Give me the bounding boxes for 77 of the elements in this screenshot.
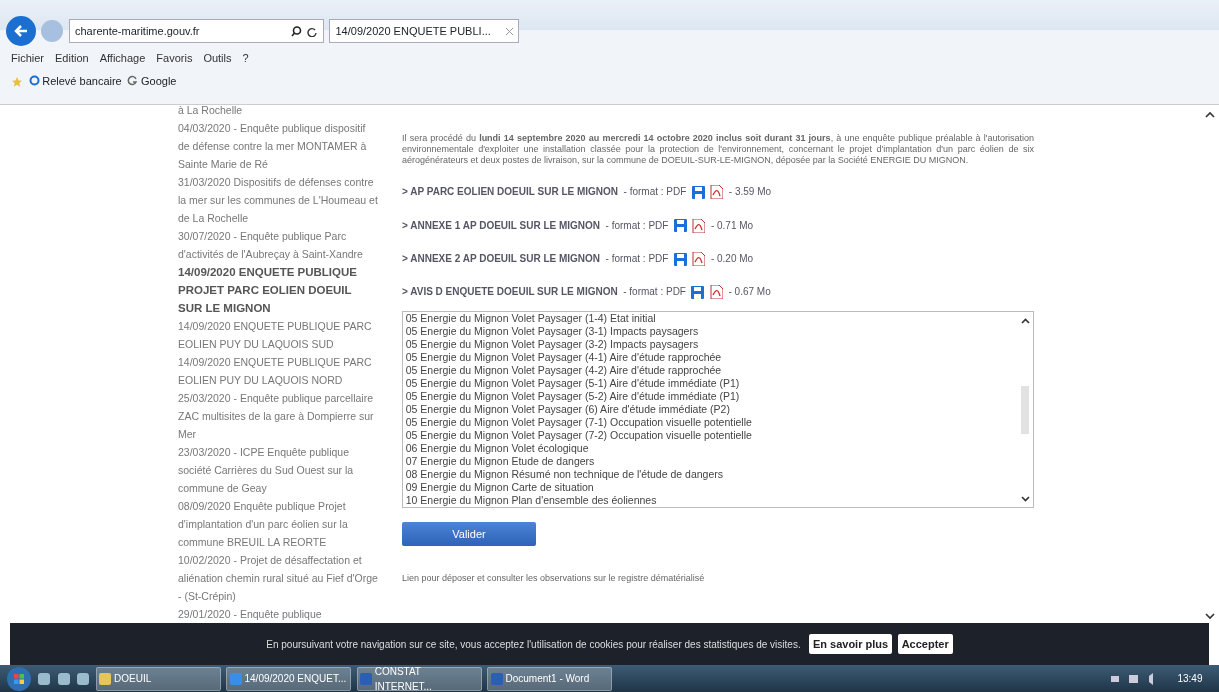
scroll-up-icon[interactable]: [1020, 317, 1030, 324]
list-option[interactable]: 08 Energie du Mignon Résumé non technique de l'étude de dangers: [405, 468, 1015, 482]
address-text: charente-maritime.gouv.fr: [75, 23, 201, 39]
intro-paragraph: Il sera procédé du lundi 14 septembre 2020 au mercredi 14 octobre 2020 inclus soit durant 31 jours, à une enquête publique préalable à l'autorisation environnementale d'exploiter une installation classée pour la protection de l'environnement, concernant le projet d'implantation d'un parc éolien de six aérogénérateurs et deux postes de livraison, sur la commune de DOEUIL-SUR-LE-MIGNON, déposée par la Société ENERGIE DU MIGNON.: [402, 133, 1034, 166]
sidebar-link[interactable]: 30/07/2020 - Enquête publique Parc d'activités de l'Aubreçay à Saint-Xandre: [178, 227, 378, 263]
document-link[interactable]: > ANNEXE 2 AP DOEUIL SUR LE MIGNON: [402, 250, 601, 266]
menu-item[interactable]: ?: [242, 50, 249, 67]
menu-item[interactable]: Edition: [55, 50, 89, 67]
list-option[interactable]: 05 Energie du Mignon Volet Paysager (5-2) Aire d'étude immédiate (P1): [405, 390, 1015, 404]
sidebar-link[interactable]: 14/09/2020 ENQUETE PUBLIQUE PARC EOLIEN PUY DU LAQUOIS NORD: [178, 353, 378, 389]
document-format: - format : PDF: [605, 218, 669, 233]
sidebar-link[interactable]: 14/09/2020 ENQUETE PUBLIQUE PARC EOLIEN PUY DU LAQUOIS SUD: [178, 317, 378, 353]
sidebar-link[interactable]: 23/03/2020 - ICPE Enquête publique société Carrières du Sud Ouest sur la commune de Geay: [178, 443, 378, 497]
register-text: Lien pour déposer et consulter les observations sur le registre dématérialisé: [402, 572, 706, 586]
back-button[interactable]: [5, 16, 36, 46]
list-option[interactable]: 05 Energie du Mignon Volet Paysager (3-2) Impacts paysagers: [405, 338, 1015, 352]
sidebar-link[interactable]: 08/09/2020 Enquête publique Projet d'implantation d'un parc éolien sur la commune BREUIL LA REORTE: [178, 497, 378, 551]
scroll-down-icon[interactable]: [1205, 612, 1215, 620]
cookie-button[interactable]: Accepter: [897, 633, 953, 655]
favorite-link[interactable]: Relevé bancaire: [28, 72, 122, 89]
favorite-link[interactable]: Google: [127, 72, 177, 89]
browser-tab[interactable]: 14/09/2020 ENQUETE PUBLI...: [329, 19, 519, 43]
menu-item[interactable]: Fichier: [11, 50, 44, 67]
document-format: - format : PDF: [605, 251, 669, 266]
taskbar-button[interactable]: 14/09/2020 ENQUET...: [226, 666, 351, 691]
menu-item[interactable]: Outils: [203, 50, 232, 67]
back-arrow-icon: [12, 23, 29, 39]
browser-logo-icon: [28, 75, 40, 87]
sidebar-link[interactable]: 14/09/2020 ENQUETE PUBLIQUE PROJET PARC EOLIEN DOEUIL SUR LE MIGNON: [178, 263, 378, 317]
pdf-file-icon[interactable]: [710, 184, 724, 200]
list-option[interactable]: 05 Energie du Mignon Volet Paysager (3-1) Impacts paysagers: [405, 325, 1015, 339]
pdf-file-icon[interactable]: [710, 284, 723, 300]
document-link[interactable]: > AVIS D ENQUETE DOEUIL SUR LE MIGNON: [402, 284, 618, 300]
document-size: - 0.67 Mo: [728, 285, 771, 300]
list-option[interactable]: 05 Energie du Mignon Volet Paysager (7-1) Occupation visuelle potentielle: [405, 416, 1015, 430]
scroll-down-icon[interactable]: [1020, 495, 1030, 502]
sidebar-link[interactable]: à La Rochelle: [178, 105, 378, 119]
sidebar-link[interactable]: 25/03/2020 - Enquête publique parcellaire ZAC multisites de la gare à Dompierre sur Mer: [178, 389, 378, 443]
sidebar-link[interactable]: 29/01/2020 - Enquête publique: [178, 605, 378, 623]
document-format: - format : PDF: [623, 285, 686, 300]
list-option[interactable]: 09 Energie du Mignon Carte de situation: [405, 481, 1015, 495]
taskbar-button[interactable]: DOEUIL: [95, 666, 221, 691]
list-option[interactable]: 05 Energie du Mignon Volet Paysager (1-4) Etat initial: [405, 312, 1015, 326]
list-option[interactable]: 06 Energie du Mignon Volet écologique: [405, 442, 1015, 456]
scroll-up-icon[interactable]: [1205, 110, 1215, 118]
sidebar-link[interactable]: 31/03/2020 Dispositifs de défenses contre la mer sur les communes de L'Houmeau et de La Rochelle: [178, 173, 378, 227]
list-option[interactable]: 05 Energie du Mignon Volet Paysager (7-2) Occupation visuelle potentielle: [405, 429, 1015, 443]
scroll-thumb[interactable]: [1021, 385, 1029, 434]
list-option[interactable]: 07 Energie du Mignon Etude de dangers: [405, 455, 1015, 469]
menu-item[interactable]: Affichage: [99, 50, 146, 67]
clock: 13:49: [1177, 672, 1203, 686]
document-size: - 3.59 Mo: [728, 185, 772, 200]
document-link[interactable]: > AP PARC EOLIEN DOEUIL SUR LE MIGNON: [402, 184, 619, 200]
address-bar[interactable]: charente-maritime.gouv.fr: [68, 19, 324, 43]
taskbar-button[interactable]: Document1 - Word: [487, 666, 612, 691]
cookie-text: En poursuivant votre navigation sur ce site, vous acceptez l'utilisation de cookies pour réaliser des statistiques de visites.: [266, 637, 801, 652]
list-option[interactable]: 05 Energie du Mignon Volet Paysager (4-2) Aire d'étude rapprochée: [405, 364, 1015, 378]
submit-button[interactable]: Valider: [402, 522, 536, 547]
pdf-file-icon[interactable]: [692, 217, 706, 233]
taskbar-button[interactable]: CONSTAT INTERNET...: [356, 666, 482, 691]
document-format: - format : PDF: [623, 185, 687, 200]
sidebar-link[interactable]: 10/02/2020 - Projet de désaffectation et aliénation chemin rural situé au Fief d'Orge - (St-Crépin): [178, 551, 378, 605]
file-listbox[interactable]: [402, 311, 1034, 509]
cookie-button[interactable]: En savoir plus: [808, 633, 893, 655]
document-link[interactable]: > ANNEXE 1 AP DOEUIL SUR LE MIGNON: [402, 217, 601, 233]
g-letter-icon: [127, 75, 139, 87]
list-option[interactable]: 10 Energie du Mignon Plan d'ensemble des éoliennes: [405, 494, 1015, 508]
sidebar-link[interactable]: 04/03/2020 - Enquête publique dispositif de défense contre la mer MONTAMER à Sainte Marie de Ré: [178, 119, 378, 173]
list-option[interactable]: 05 Energie du Mignon Volet Paysager (5-1) Aire d'étude immédiate (P1): [405, 377, 1015, 391]
document-size: - 0.71 Mo: [710, 218, 754, 233]
menu-item[interactable]: Favoris: [156, 50, 193, 67]
list-option[interactable]: 05 Energie du Mignon Volet Paysager (6) Aire d'étude immédiate (P2): [405, 403, 1015, 417]
start-button[interactable]: [5, 665, 32, 692]
document-size: - 0.20 Mo: [710, 251, 754, 266]
pdf-file-icon[interactable]: [692, 250, 706, 267]
tab-title: 14/09/2020 ENQUETE PUBLI...: [335, 23, 492, 39]
list-option[interactable]: 05 Energie du Mignon Volet Paysager (4-1) Aire d'étude rapprochée: [405, 351, 1015, 365]
